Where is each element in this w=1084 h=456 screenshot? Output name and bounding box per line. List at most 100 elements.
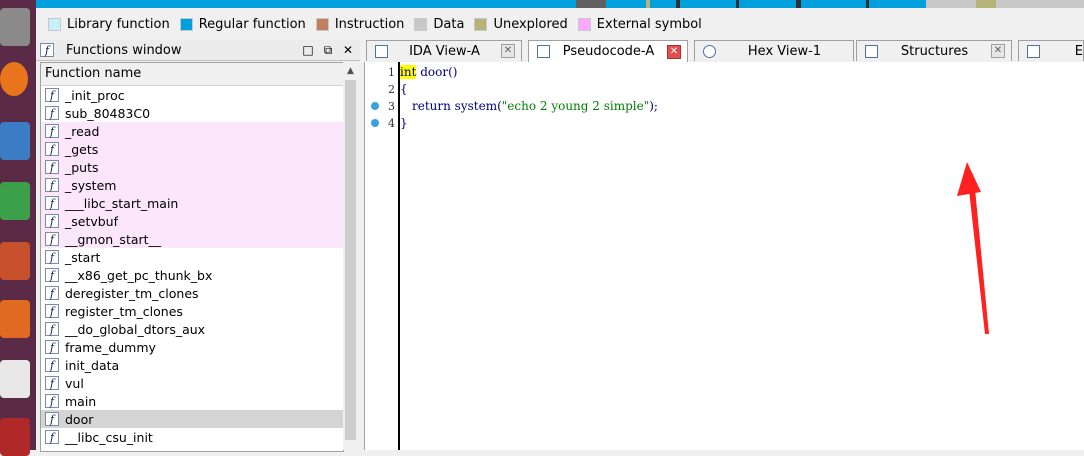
code-line-2[interactable]: { bbox=[400, 81, 408, 98]
restore-icon[interactable]: □ bbox=[300, 42, 316, 58]
function-name: _puts bbox=[65, 159, 99, 175]
function-row[interactable]: f __libc_csu_init bbox=[41, 428, 343, 446]
function-row[interactable]: f init_data bbox=[41, 356, 343, 374]
functions-window: f Functions window □ ⧉ ✕ Function name f… bbox=[36, 40, 360, 452]
function-name: __x86_get_pc_thunk_bx bbox=[65, 267, 213, 283]
function-row[interactable]: f register_tm_clones bbox=[41, 302, 343, 320]
firefox-icon[interactable] bbox=[0, 62, 28, 96]
impress-icon[interactable] bbox=[0, 242, 30, 280]
hex-icon bbox=[703, 44, 716, 58]
keyword: int bbox=[400, 65, 417, 79]
function-signature: door() bbox=[416, 65, 458, 79]
function-icon: f bbox=[45, 178, 59, 192]
amazon-icon[interactable] bbox=[0, 360, 30, 398]
code-line-3[interactable]: return system("echo 2 young 2 simple"); bbox=[412, 98, 658, 115]
calc-icon[interactable] bbox=[0, 182, 30, 220]
line-number: 3 bbox=[388, 100, 395, 113]
tab-hex-view-1[interactable]: Hex View-1 bbox=[694, 40, 854, 61]
function-row[interactable]: f sub_80483C0 bbox=[41, 104, 343, 122]
settings-icon[interactable] bbox=[0, 418, 30, 456]
function-name: __do_global_dtors_aux bbox=[65, 321, 206, 337]
tab-ida-view-a[interactable]: IDA View-A ✕ bbox=[366, 40, 522, 61]
keyword: return bbox=[412, 99, 451, 113]
functions-window-title: Functions window bbox=[66, 42, 182, 58]
function-name: sub_80483C0 bbox=[65, 105, 151, 121]
structures-icon bbox=[865, 44, 878, 58]
function-icon: f bbox=[45, 340, 59, 354]
close-icon[interactable]: ✕ bbox=[340, 42, 356, 58]
functions-scrollbar[interactable]: ▲ bbox=[343, 62, 358, 450]
legend-swatch bbox=[48, 17, 61, 31]
software-center-icon[interactable] bbox=[0, 300, 30, 338]
close-icon[interactable]: ✕ bbox=[667, 44, 681, 59]
function-icon: f bbox=[45, 88, 59, 102]
function-icon: f bbox=[45, 160, 59, 174]
float-icon[interactable]: ⧉ bbox=[320, 42, 336, 58]
function-row[interactable]: f _read bbox=[41, 122, 343, 140]
tab-enums[interactable]: E bbox=[1018, 40, 1084, 61]
function-row[interactable]: f frame_dummy bbox=[41, 338, 343, 356]
pseudocode-editor[interactable]: 1 2 3 4 int door() { return system("echo… bbox=[364, 62, 1084, 450]
line-number: 1 bbox=[388, 66, 395, 79]
function-row[interactable]: f _gets bbox=[41, 140, 343, 158]
legend-data: Data bbox=[414, 17, 464, 32]
files-icon[interactable] bbox=[0, 8, 30, 46]
legend-library: Library function bbox=[48, 17, 170, 32]
function-row[interactable]: f __do_global_dtors_aux bbox=[41, 320, 343, 338]
close-brace: } bbox=[400, 116, 408, 130]
open-brace: { bbox=[400, 82, 408, 96]
function-row[interactable]: f main bbox=[41, 392, 343, 410]
close-icon[interactable]: ✕ bbox=[991, 44, 1005, 58]
function-icon: f bbox=[45, 142, 59, 156]
function-icon: f bbox=[45, 250, 59, 264]
code-line-1[interactable]: int door() bbox=[400, 64, 457, 81]
function-icon: f bbox=[40, 43, 54, 57]
string-literal: "echo 2 young 2 simple" bbox=[501, 99, 650, 113]
function-name: _setvbuf bbox=[65, 213, 119, 229]
line-gutter[interactable]: 1 2 3 4 bbox=[365, 62, 400, 450]
navigation-band[interactable] bbox=[36, 0, 1084, 8]
code-line-4[interactable]: } bbox=[400, 115, 408, 132]
function-icon: f bbox=[45, 124, 59, 138]
function-row[interactable]: f _setvbuf bbox=[41, 212, 343, 230]
function-row[interactable]: f vul bbox=[41, 374, 343, 392]
function-name: door bbox=[65, 411, 94, 427]
function-row[interactable]: f ___libc_start_main bbox=[41, 194, 343, 212]
legend-bar: Library function Regular function Instru… bbox=[36, 8, 1084, 40]
enums-icon bbox=[1027, 44, 1040, 58]
legend-unexplored: Unexplored bbox=[474, 17, 568, 32]
close-icon[interactable]: ✕ bbox=[501, 44, 515, 58]
function-row[interactable]: f door bbox=[41, 410, 343, 428]
call-end: ); bbox=[649, 99, 658, 113]
function-row[interactable]: f deregister_tm_clones bbox=[41, 284, 343, 302]
function-icon: f bbox=[45, 106, 59, 120]
function-name: _start bbox=[65, 249, 101, 265]
tab-pseudocode-a[interactable]: Pseudocode-A ✕ bbox=[528, 40, 688, 62]
function-name: __libc_csu_init bbox=[65, 429, 153, 445]
function-name: ___libc_start_main bbox=[65, 195, 179, 211]
function-row[interactable]: f _start bbox=[41, 248, 343, 266]
disassembly-icon bbox=[375, 44, 388, 58]
function-row[interactable]: f _system bbox=[41, 176, 343, 194]
function-row[interactable]: f _puts bbox=[41, 158, 343, 176]
scroll-up-icon[interactable]: ▲ bbox=[343, 64, 358, 78]
function-icon: f bbox=[45, 286, 59, 300]
legend-instruction: Instruction bbox=[315, 17, 404, 32]
tab-structures[interactable]: Structures ✕ bbox=[856, 40, 1012, 61]
function-name: main bbox=[65, 393, 97, 409]
writer-icon[interactable] bbox=[0, 122, 30, 160]
legend-swatch bbox=[414, 17, 428, 31]
function-row[interactable]: f _init_proc bbox=[41, 86, 343, 104]
functions-list[interactable]: Function name f _init_proc f sub_80483C0 f _r… bbox=[40, 62, 344, 452]
scrollbar-thumb[interactable] bbox=[345, 80, 356, 440]
column-header-function-name[interactable]: Function name bbox=[41, 63, 343, 86]
legend-swatch bbox=[179, 17, 193, 31]
tab-bar: IDA View-A ✕ Pseudocode-A ✕ Hex View-1 S… bbox=[364, 40, 1084, 62]
function-icon: f bbox=[45, 412, 59, 426]
function-icon: f bbox=[45, 304, 59, 318]
function-row[interactable]: f __gmon_start__ bbox=[41, 230, 343, 248]
function-icon: f bbox=[45, 376, 59, 390]
functions-window-titlebar: f Functions window □ ⧉ ✕ bbox=[36, 40, 360, 61]
function-icon: f bbox=[45, 196, 59, 210]
function-row[interactable]: f __x86_get_pc_thunk_bx bbox=[41, 266, 343, 284]
